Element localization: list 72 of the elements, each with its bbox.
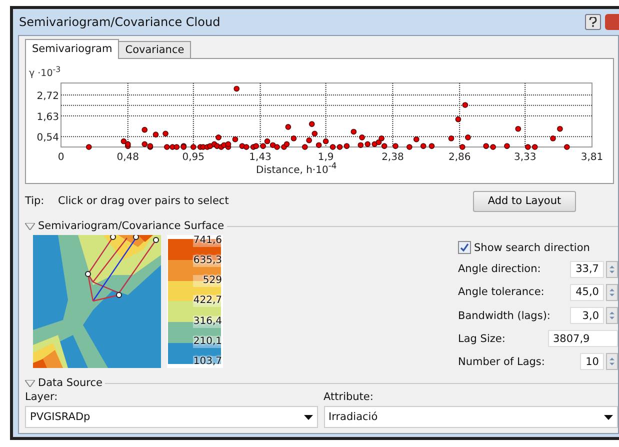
tick-label: 1,63 [36, 112, 59, 123]
tick-label: 0 [58, 152, 64, 163]
field-label: Angle direction: [458, 263, 542, 276]
data-point [448, 136, 454, 142]
dropdown[interactable]: PVGISRADp [25, 406, 318, 428]
tick-label: 3,33 [514, 152, 536, 163]
data-point [350, 128, 357, 135]
data-point [462, 102, 468, 108]
data-point [152, 132, 159, 138]
input-field[interactable]: 3807,9 [548, 330, 618, 348]
data-point [564, 144, 570, 150]
data-point [455, 116, 462, 122]
collapse-icon[interactable] [25, 380, 35, 386]
legend-label: 316,4 [193, 316, 222, 328]
tick-label: 3,81 [580, 152, 604, 163]
field-label: Layer: [25, 391, 59, 403]
add-to-layout-button[interactable]: Add to Layout [473, 190, 576, 212]
data-point [459, 144, 466, 150]
question-icon [589, 17, 597, 27]
data-point [504, 143, 510, 149]
field-label: Lag Size: [458, 332, 506, 345]
tick-label: 1,43 [249, 152, 272, 163]
data-point [550, 136, 556, 142]
tab[interactable]: Semivariogram [25, 39, 120, 59]
spinner-field[interactable]: 10 [580, 353, 604, 370]
section-title: Semivariogram/Covariance Surface [38, 220, 224, 232]
spinner-icon[interactable] [606, 284, 618, 301]
data-point [86, 144, 92, 150]
legend-label: 210,1 [193, 336, 222, 348]
data-point [162, 130, 168, 137]
spinner-field[interactable]: 33,7 [570, 260, 604, 278]
collapse-icon[interactable] [25, 222, 35, 230]
legend-label: 422,7 [193, 295, 222, 308]
spinner-icon[interactable] [606, 307, 618, 324]
axis-label: γ ·10$^{-3}$ [29, 68, 61, 80]
tip-label: Tip: [25, 195, 46, 207]
data-point [285, 124, 292, 130]
caret-icon [304, 414, 313, 420]
data-point [465, 134, 471, 140]
tick-label: 2,86 [448, 152, 471, 163]
field-label: Number of Lags: [458, 356, 546, 368]
spinner-icon[interactable] [606, 260, 618, 278]
data-point [308, 121, 315, 127]
field-label: Attribute: [324, 391, 374, 403]
data-point [406, 144, 412, 150]
tick-label: 2,72 [36, 91, 59, 102]
data-point [557, 126, 563, 132]
field-label: Angle tolerance: [458, 286, 546, 298]
tick-label: 0,95 [182, 152, 205, 163]
spinner-field[interactable]: 45,0 [570, 284, 604, 301]
tip-text: Click or drag over pairs to select [58, 195, 230, 207]
field-label: Bandwidth (lags): [458, 310, 552, 322]
spinner-field[interactable]: 3,0 [570, 307, 604, 324]
tick-label: 0,48 [116, 152, 140, 163]
spinner-icon[interactable] [606, 353, 618, 370]
data-point [142, 126, 148, 133]
tick-label: 2,38 [382, 152, 404, 163]
tab[interactable]: Covariance [118, 41, 192, 59]
help-button[interactable] [585, 14, 601, 30]
data-point [392, 143, 398, 149]
tick-label: 1,9 [318, 152, 334, 163]
data-point [234, 86, 240, 92]
data-point [515, 126, 522, 132]
tick-label: 0,54 [36, 132, 59, 144]
window-title: Semivariogram/Covariance Cloud [19, 15, 222, 29]
section-title: Data Source [38, 377, 102, 389]
data-point [428, 143, 435, 149]
checkbox[interactable] [458, 241, 471, 254]
caret-icon [604, 414, 613, 420]
checkbox-label: Show search direction [474, 242, 590, 254]
dropdown[interactable]: Irradiació [324, 406, 618, 428]
legend-label: 529 [193, 275, 222, 288]
